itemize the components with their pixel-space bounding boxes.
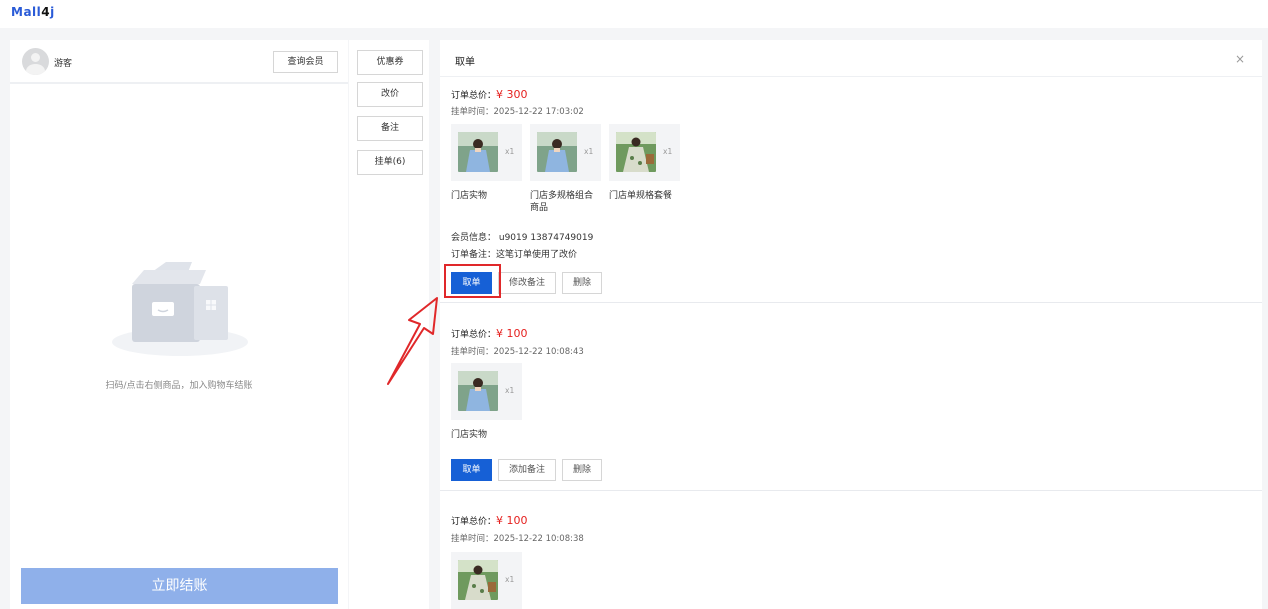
guest-name: 游客: [54, 59, 73, 69]
item-qty: x1: [505, 386, 515, 395]
order-total-label: 订单总价：: [451, 330, 497, 340]
order-item: x1 门店实物: [451, 124, 522, 214]
item-name: 门店单规格套餐: [609, 191, 673, 201]
order-total: 订单总价：¥ 100: [451, 514, 528, 527]
order-hold-time: 挂单时间：2025-12-22 10:08:38: [451, 534, 584, 544]
order-divider: [440, 490, 1262, 491]
edit-remark-button[interactable]: 修改备注: [498, 272, 557, 294]
logo-four: 4: [41, 5, 51, 19]
checkout-button[interactable]: 立即结账: [21, 568, 338, 604]
order-items: x1 门店实物: [451, 363, 522, 441]
order-total-label: 订单总价：: [451, 517, 497, 527]
delete-button[interactable]: 删除: [562, 272, 603, 294]
order-item: x1: [451, 552, 522, 609]
cart-panel: 游客 查询会员 扫码/点击右侧商品，加入购物车结账 立即结账: [10, 40, 348, 609]
panel-title: 取单: [455, 57, 475, 68]
order-items: x1 门店实物 x1 门店多规格组合商品 x1 门店单规格套餐: [451, 124, 680, 214]
item-qty: x1: [505, 147, 515, 156]
order-total-label: 订单总价：: [451, 91, 497, 101]
highlight-box: [444, 264, 501, 298]
add-remark-button[interactable]: 添加备注: [498, 459, 557, 481]
product-thumbnail: [458, 371, 498, 411]
order-item: x1 门店多规格组合商品: [530, 124, 601, 214]
retrieve-order-panel: 取单 × 订单总价：¥ 300 挂单时间：2025-12-22 17:03:02…: [440, 40, 1262, 609]
order-actions: 取单 添加备注 删除: [451, 459, 603, 481]
remark-button[interactable]: 备注: [357, 116, 423, 141]
logo-j: j: [50, 5, 55, 19]
product-thumbnail: [458, 560, 498, 600]
product-thumbnail: [458, 132, 498, 172]
order-hold-time: 挂单时间：2025-12-22 10:08:43: [451, 347, 584, 357]
order-items: x1: [451, 552, 522, 609]
hold-orders-button[interactable]: 挂单(6): [357, 150, 423, 175]
top-bar: Mall4j: [0, 0, 1268, 28]
empty-cart-illustration: [112, 262, 248, 356]
order-total-value: ¥ 100: [496, 327, 528, 340]
item-name: 门店多规格组合商品: [530, 191, 594, 213]
product-thumbnail: [537, 132, 577, 172]
order-total-value: ¥ 100: [496, 514, 528, 527]
coupon-button[interactable]: 优惠券: [357, 50, 423, 75]
change-price-button[interactable]: 改价: [357, 82, 423, 107]
order-remark: 订单备注：这笔订单使用了改价: [451, 250, 578, 260]
order-hold-time: 挂单时间：2025-12-22 17:03:02: [451, 107, 584, 117]
item-qty: x1: [663, 147, 673, 156]
item-name: 门店实物: [451, 191, 488, 201]
header-divider: [440, 76, 1262, 77]
item-qty: x1: [505, 575, 515, 584]
query-member-button[interactable]: 查询会员: [273, 51, 338, 73]
order-total: 订单总价：¥ 300: [451, 88, 528, 101]
order-total: 订单总价：¥ 100: [451, 327, 528, 340]
order-divider: [440, 302, 1262, 303]
order-total-value: ¥ 300: [496, 88, 528, 101]
avatar: [22, 48, 49, 75]
delete-button[interactable]: 删除: [562, 459, 603, 481]
empty-cart-text: 扫码/点击右侧商品，加入购物车结账: [105, 381, 253, 391]
order-item: x1 门店单规格套餐: [609, 124, 680, 214]
retrieve-order-button[interactable]: 取单: [451, 459, 492, 481]
logo-text: Mall: [11, 5, 42, 19]
action-panel: 优惠券 改价 备注 挂单(6): [349, 40, 429, 609]
member-row: 游客 查询会员: [10, 40, 348, 84]
mall4j-logo[interactable]: Mall4j: [11, 5, 55, 19]
close-icon[interactable]: ×: [1235, 52, 1245, 66]
item-qty: x1: [584, 147, 594, 156]
product-thumbnail: [616, 132, 656, 172]
order-item: x1 门店实物: [451, 363, 522, 441]
item-name: 门店实物: [451, 430, 488, 440]
member-info: 会员信息： u9019 13874749019: [451, 233, 594, 243]
